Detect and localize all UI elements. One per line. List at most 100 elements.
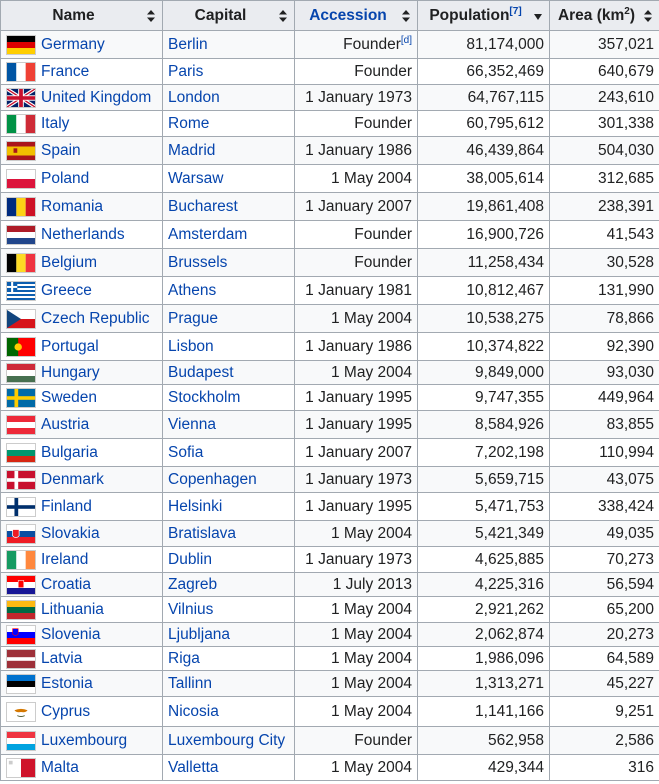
column-header-name[interactable]: Name <box>0 0 163 31</box>
population-reference-link[interactable]: [7] <box>509 5 521 16</box>
country-link[interactable]: Bulgaria <box>41 444 98 461</box>
capital-link[interactable]: Nicosia <box>168 703 219 720</box>
country-link[interactable]: Luxembourg <box>41 732 127 749</box>
area-cell: 41,543 <box>549 220 659 249</box>
country-link[interactable]: Italy <box>41 115 69 132</box>
capital-link[interactable]: Berlin <box>168 36 208 53</box>
country-link[interactable]: Germany <box>41 36 105 53</box>
capital-cell: Warsaw <box>162 164 295 193</box>
country-link[interactable]: Czech Republic <box>41 310 150 327</box>
country-link[interactable]: Netherlands <box>41 226 125 243</box>
area-cell: 93,030 <box>549 360 659 385</box>
capital-link[interactable]: Tallinn <box>168 675 212 692</box>
capital-link[interactable]: Madrid <box>168 142 215 159</box>
capital-link[interactable]: Budapest <box>168 364 234 381</box>
accession-cell: 1 May 2004 <box>294 304 418 333</box>
area-cell: 45,227 <box>549 670 659 697</box>
capital-link[interactable]: Copenhagen <box>168 471 257 488</box>
capital-link[interactable]: Athens <box>168 282 216 299</box>
capital-cell: Madrid <box>162 136 295 165</box>
country-link[interactable]: Hungary <box>41 364 100 381</box>
country-link[interactable]: Denmark <box>41 471 104 488</box>
capital-link[interactable]: Valletta <box>168 759 219 776</box>
country-link[interactable]: Austria <box>41 416 89 433</box>
accession-value: Founder <box>354 731 412 749</box>
country-link[interactable]: Greece <box>41 282 92 299</box>
capital-link[interactable]: Rome <box>168 115 209 132</box>
area-cell: 65,200 <box>549 596 659 623</box>
table-row: France Paris Founder 66,352,469 640,679 <box>0 58 659 85</box>
capital-link[interactable]: Stockholm <box>168 389 240 406</box>
country-link[interactable]: Belgium <box>41 254 97 271</box>
country-cell: Denmark <box>0 466 163 493</box>
country-cell: Italy <box>0 110 163 137</box>
capital-cell: Ljubljana <box>162 622 295 647</box>
capital-link[interactable]: Vilnius <box>168 601 213 618</box>
column-header-accession[interactable]: Accession <box>294 0 418 31</box>
country-link[interactable]: Romania <box>41 198 103 215</box>
country-cell: Netherlands <box>0 220 163 249</box>
capital-link[interactable]: Zagreb <box>168 576 217 593</box>
accession-value: 1 July 2013 <box>332 575 412 593</box>
capital-link[interactable]: Lisbon <box>168 338 214 355</box>
country-cell: Ireland <box>0 546 163 573</box>
capital-link[interactable]: Luxembourg City <box>168 732 285 749</box>
capital-link[interactable]: Dublin <box>168 551 212 568</box>
population-cell: 64,767,115 <box>417 84 550 111</box>
capital-link[interactable]: Amsterdam <box>168 226 247 243</box>
country-link[interactable]: France <box>41 63 89 80</box>
capital-link[interactable]: Bratislava <box>168 525 236 542</box>
capital-link[interactable]: Bucharest <box>168 198 238 215</box>
capital-link[interactable]: Vienna <box>168 416 216 433</box>
capital-link[interactable]: Prague <box>168 310 218 327</box>
capital-link[interactable]: Riga <box>168 650 200 667</box>
country-link[interactable]: Cyprus <box>41 703 90 720</box>
country-link[interactable]: Croatia <box>41 576 91 593</box>
accession-cell: 1 January 1973 <box>294 466 418 493</box>
country-cell: Romania <box>0 192 163 221</box>
country-link[interactable]: Ireland <box>41 551 88 568</box>
capital-link[interactable]: Sofia <box>168 444 203 461</box>
accession-value: 1 May 2004 <box>331 674 412 692</box>
country-link[interactable]: Malta <box>41 759 79 776</box>
country-link[interactable]: Lithuania <box>41 601 104 618</box>
column-header-capital[interactable]: Capital <box>162 0 295 31</box>
founder-reference-link[interactable]: [d] <box>401 34 412 45</box>
population-cell: 5,421,349 <box>417 520 550 547</box>
capital-link[interactable]: London <box>168 89 220 106</box>
capital-link[interactable]: Ljubljana <box>168 626 230 643</box>
area-cell: 312,685 <box>549 164 659 193</box>
capital-cell: Budapest <box>162 360 295 385</box>
accession-cell: 1 May 2004 <box>294 164 418 193</box>
capital-link[interactable]: Helsinki <box>168 498 222 515</box>
accession-value: 1 January 1995 <box>305 415 412 433</box>
accession-cell: Founder <box>294 58 418 85</box>
table-row: Malta Valletta 1 May 2004 429,344 316 <box>0 754 659 781</box>
column-header-population[interactable]: Population[7] <box>417 0 550 31</box>
country-link[interactable]: Poland <box>41 170 89 187</box>
flag-ie-icon <box>6 549 36 570</box>
country-cell: Bulgaria <box>0 438 163 467</box>
country-link[interactable]: Portugal <box>41 338 99 355</box>
country-cell: Estonia <box>0 670 163 697</box>
accession-cell: 1 January 2007 <box>294 438 418 467</box>
country-link[interactable]: Sweden <box>41 389 97 406</box>
country-link[interactable]: Latvia <box>41 650 82 667</box>
column-header-area[interactable]: Area (km2) <box>549 0 659 31</box>
population-cell: 10,374,822 <box>417 332 550 361</box>
country-cell: Hungary <box>0 360 163 385</box>
flag-gb-icon <box>6 87 36 108</box>
country-link[interactable]: Estonia <box>41 675 93 692</box>
country-link[interactable]: Spain <box>41 142 81 159</box>
country-link[interactable]: Finland <box>41 498 92 515</box>
population-cell: 10,812,467 <box>417 276 550 305</box>
area-cell: 504,030 <box>549 136 659 165</box>
capital-link[interactable]: Warsaw <box>168 170 223 187</box>
flag-cy-icon <box>6 701 36 722</box>
capital-link[interactable]: Brussels <box>168 254 227 271</box>
population-cell: 4,625,885 <box>417 546 550 573</box>
capital-link[interactable]: Paris <box>168 63 203 80</box>
country-link[interactable]: United Kingdom <box>41 89 151 106</box>
country-link[interactable]: Slovenia <box>41 626 100 643</box>
country-link[interactable]: Slovakia <box>41 525 100 542</box>
